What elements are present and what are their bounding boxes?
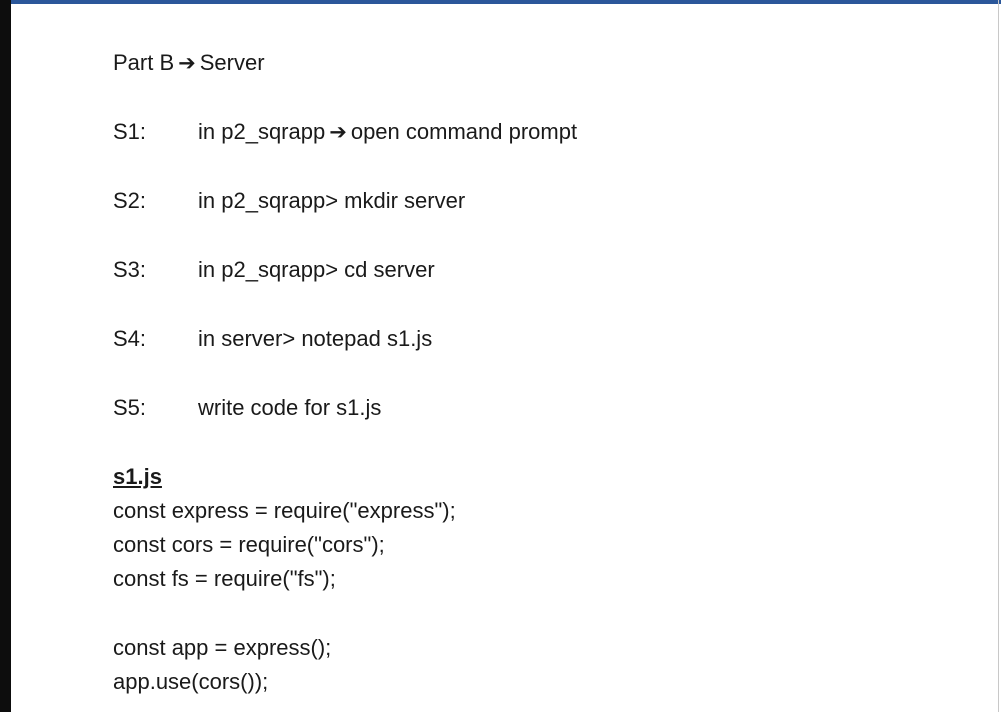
step-number: S1: [113,119,147,144]
step-number: S3: [113,257,147,282]
heading-suffix: Server [199,50,265,75]
window-top-border [0,0,1001,4]
step-text: in p2_sqrapp> mkdir server [198,188,466,213]
right-arrow-icon: ➔ [178,51,196,75]
right-arrow-icon: ➔ [329,120,347,144]
step-text-before: in p2_sqrapp [198,119,326,144]
code-line: const app = express(); [113,635,332,660]
step-5: S5: write code for s1.js [113,393,381,423]
step-number: S2: [113,188,147,213]
code-line: const express = require("express"); [113,498,456,523]
code-line: const cors = require("cors"); [113,532,385,557]
code-line: const fs = require("fs"); [113,566,336,591]
right-edge-line [998,0,999,712]
code-file-title: s1.js [113,464,162,489]
code-line: app.use(cors()); [113,669,269,694]
step-text: in p2_sqrapp> cd server [198,257,435,282]
step-3: S3: in p2_sqrapp> cd server [113,255,435,285]
heading-prefix: Part B [113,50,175,75]
left-edge-bar [0,0,11,712]
step-number: S4: [113,326,147,351]
step-text: in server> notepad s1.js [198,326,433,351]
step-4: S4: in server> notepad s1.js [113,324,432,354]
document-window: Part B ➔ Server S1: in p2_sqrapp ➔ open comma… [0,0,1001,712]
step-number: S5: [113,395,147,420]
section-heading: Part B ➔ Server [113,48,265,78]
step-text: write code for s1.js [198,395,382,420]
step-2: S2: in p2_sqrapp> mkdir server [113,186,465,216]
step-1: S1: in p2_sqrapp ➔ open command prompt [113,117,577,147]
step-text-after: open command prompt [350,119,578,144]
